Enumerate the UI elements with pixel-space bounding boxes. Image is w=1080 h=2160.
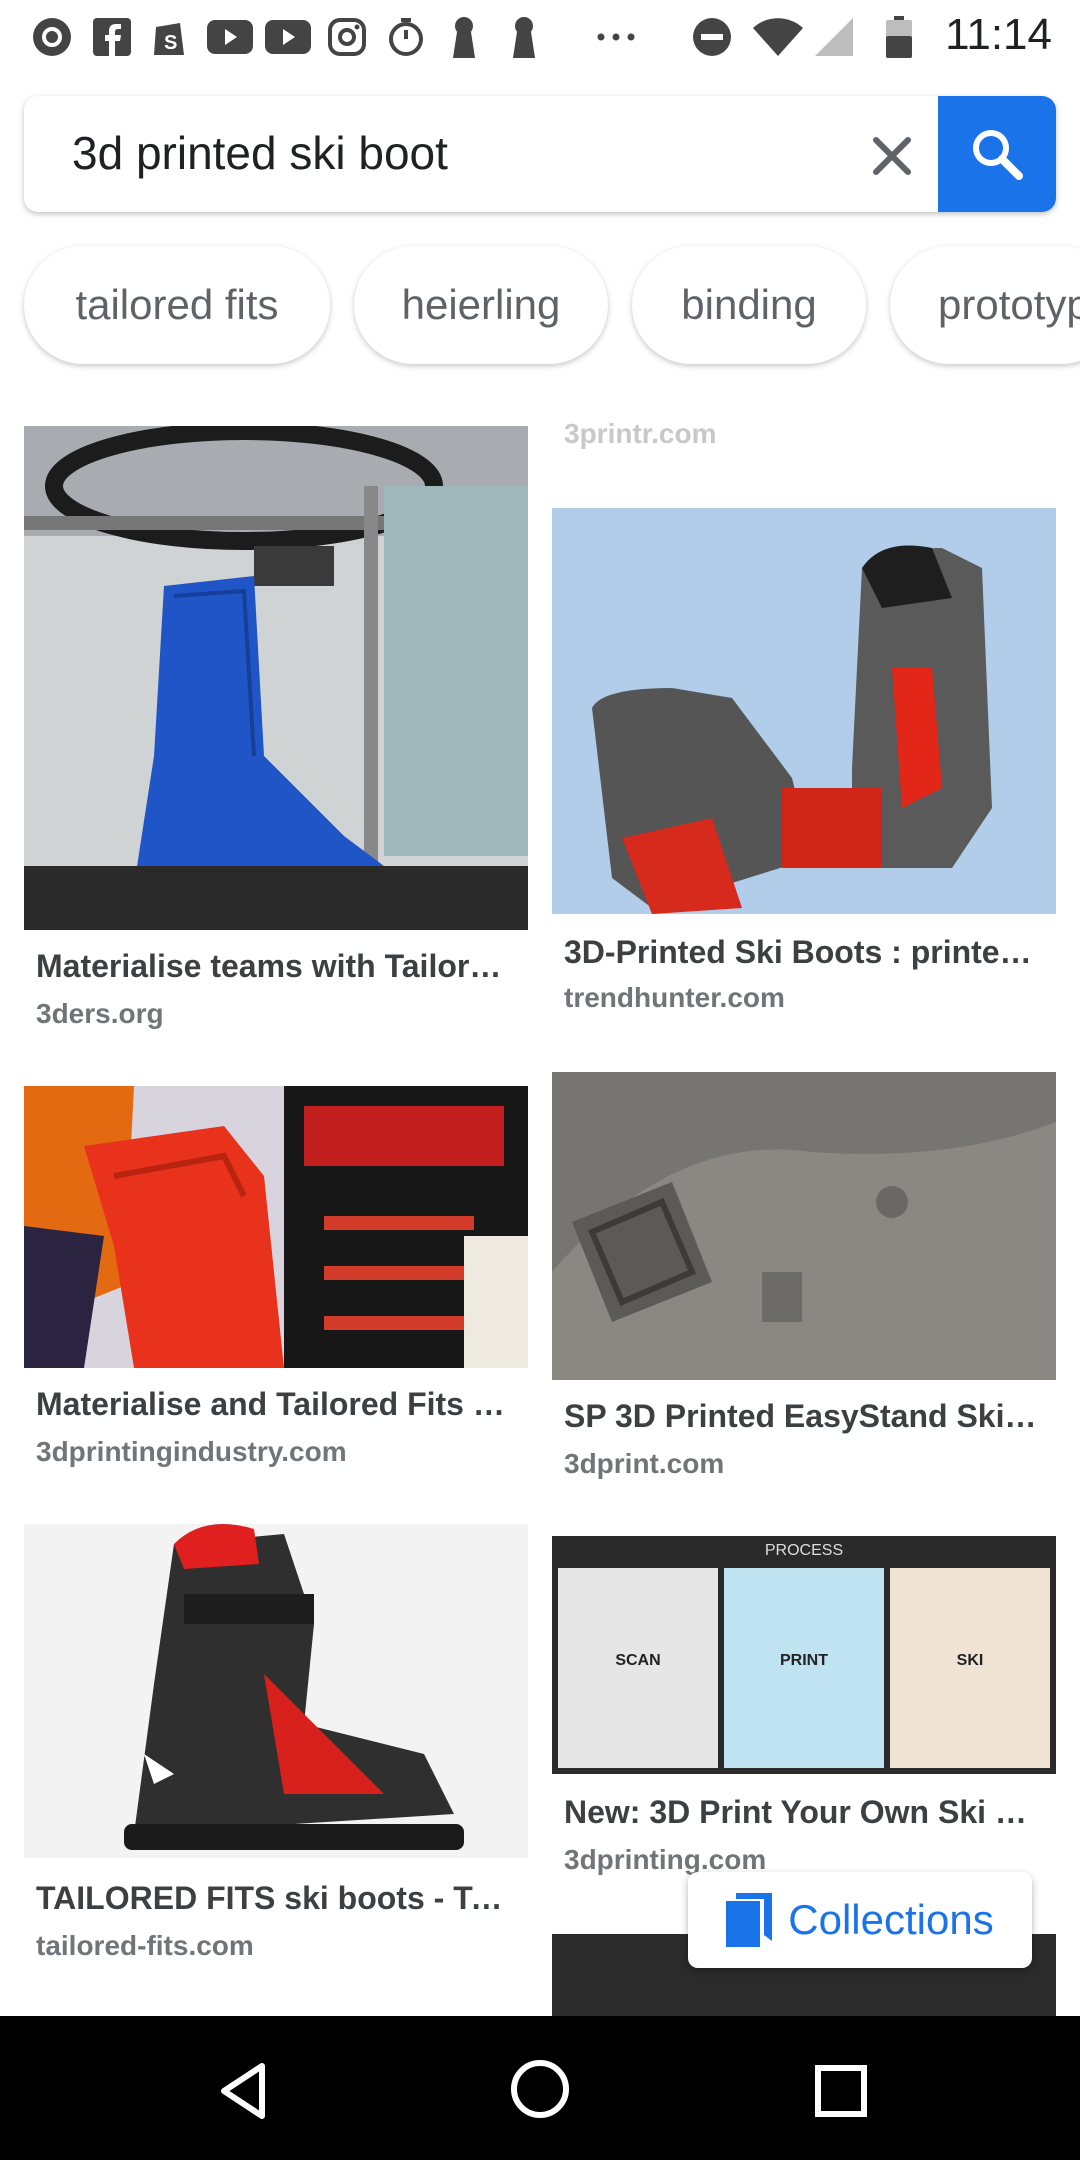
- result-source: 3dprint.com: [564, 1448, 725, 1479]
- result-title[interactable]: Materialise teams with Tailor…: [36, 948, 516, 985]
- pocket-casts-icon: [30, 18, 74, 56]
- result-title[interactable]: New: 3D Print Your Own Ski B…: [564, 1794, 1044, 1831]
- timer-icon: [386, 18, 426, 56]
- search-bar: 3d printed ski boot: [24, 96, 1056, 212]
- cell-signal-icon: [814, 18, 854, 56]
- search-icon: [973, 130, 1023, 180]
- ski-panel: SKI: [890, 1568, 1050, 1768]
- more-icon: [594, 18, 638, 56]
- result-title[interactable]: Materialise and Tailored Fits …: [36, 1386, 516, 1423]
- result-source: trendhunter.com: [564, 982, 785, 1013]
- result-image[interactable]: [552, 1072, 1056, 1380]
- result-title[interactable]: 3D-Printed Ski Boots : printed…: [564, 934, 1044, 971]
- search-input[interactable]: 3d printed ski boot: [72, 126, 448, 180]
- svg-text:S: S: [164, 32, 177, 54]
- clock: 11:14: [945, 10, 1052, 59]
- result-title[interactable]: TAILORED FITS ski boots - Ta…: [36, 1880, 516, 1917]
- battery-icon: [884, 16, 914, 58]
- chip-heierling[interactable]: heierling: [354, 246, 608, 364]
- youtube-icon: [264, 18, 312, 56]
- keyhole-icon: [508, 17, 540, 58]
- back-icon[interactable]: [210, 2056, 280, 2126]
- result-title[interactable]: SP 3D Printed EasyStand Ski …: [564, 1398, 1044, 1435]
- home-icon[interactable]: [505, 2054, 575, 2124]
- result-source-partial: 3printr.com: [564, 418, 717, 449]
- instagram-icon: [326, 18, 368, 56]
- chip-tailored-fits[interactable]: tailored fits: [24, 246, 330, 364]
- print-panel: PRINT: [724, 1568, 884, 1768]
- result-source: 3ders.org: [36, 998, 164, 1029]
- scan-panel: SCAN: [558, 1568, 718, 1768]
- do-not-disturb-icon: [690, 18, 734, 56]
- chip-binding[interactable]: binding: [632, 246, 866, 364]
- chip-prototype[interactable]: prototyp: [890, 246, 1080, 364]
- ski-label: SKI: [956, 1652, 984, 1669]
- result-source: tailored-fits.com: [36, 1930, 254, 1961]
- result-image[interactable]: [24, 426, 528, 930]
- collections-button[interactable]: Collections: [688, 1872, 1032, 1968]
- youtube-icon: [206, 18, 254, 56]
- result-source: 3dprintingindustry.com: [36, 1436, 347, 1467]
- search-button[interactable]: [938, 96, 1056, 212]
- clear-icon[interactable]: [860, 124, 924, 188]
- keyhole-icon: [448, 17, 480, 58]
- result-image[interactable]: [552, 508, 1056, 914]
- result-image[interactable]: [24, 1524, 528, 1858]
- result-image[interactable]: [24, 1086, 528, 1368]
- recents-icon[interactable]: [806, 2056, 876, 2126]
- print-label: PRINT: [780, 1652, 828, 1669]
- scan-label: SCAN: [615, 1652, 661, 1669]
- facebook-icon: [92, 18, 132, 56]
- collections-label: Collections: [788, 1896, 994, 1943]
- navigation-bar: [0, 2016, 1080, 2160]
- wifi-icon: [752, 18, 804, 56]
- bookmark-icon: [726, 1893, 773, 1947]
- process-header: PROCESS: [764, 1542, 844, 1559]
- status-bar: S 11:14: [0, 0, 1080, 72]
- result-image[interactable]: PROCESS SCAN PRINT SKI: [552, 1536, 1056, 1774]
- shopify-icon: S: [150, 18, 190, 56]
